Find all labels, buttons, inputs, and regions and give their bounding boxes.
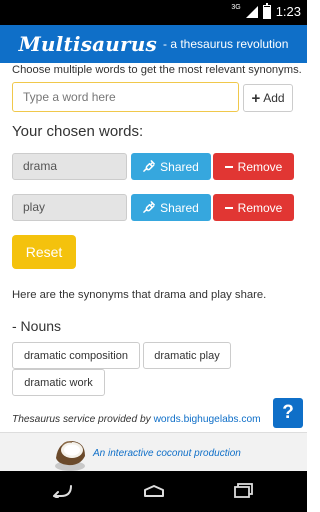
credit-link[interactable]: words.bighugelabs.com [154, 414, 261, 425]
status-bar: 3G 1:23 [0, 0, 307, 25]
chosen-word: drama [12, 153, 127, 180]
home-icon[interactable] [142, 479, 166, 503]
shared-label: Shared [160, 200, 199, 215]
minus-icon [224, 206, 233, 209]
clock: 1:23 [275, 4, 301, 19]
remove-label: Remove [237, 159, 283, 174]
add-button[interactable]: + Add [243, 84, 293, 112]
shared-button[interactable]: Shared [131, 153, 211, 180]
chosen-word-row: play Shared Remove [12, 194, 294, 221]
chosen-word: play [12, 194, 127, 221]
nouns-heading: - Nouns [12, 318, 62, 334]
synonym-chip[interactable]: dramatic composition [12, 342, 140, 369]
coconut-logo [55, 441, 85, 471]
question-icon: ? [282, 402, 294, 423]
footer-text[interactable]: An interactive coconut production [93, 448, 241, 459]
network-type: 3G [231, 4, 241, 11]
battery-icon [262, 2, 271, 19]
recents-icon[interactable] [232, 479, 256, 503]
plug-icon [143, 201, 156, 213]
navigation-bar [0, 471, 307, 512]
synonym-chip[interactable]: dramatic work [12, 369, 105, 396]
shared-label: Shared [160, 159, 199, 174]
chosen-word-row: drama Shared Remove [12, 153, 294, 180]
chosen-words-heading: Your chosen words: [12, 123, 144, 140]
app-header: Multisaurus - a thesaurus revolution [0, 25, 307, 63]
credit-text: Thesaurus service provided by [12, 414, 154, 425]
plug-icon [143, 160, 156, 172]
word-input[interactable] [12, 82, 239, 112]
credit-line: Thesaurus service provided by words.bigh… [12, 414, 261, 425]
back-icon[interactable] [50, 479, 74, 503]
remove-button[interactable]: Remove [213, 153, 294, 180]
signal-icon [245, 5, 258, 18]
shared-synonyms-text: Here are the synonyms that drama and pla… [12, 289, 267, 301]
plus-icon: + [251, 89, 261, 107]
synonym-chip[interactable]: dramatic play [143, 342, 231, 369]
remove-label: Remove [237, 200, 283, 215]
app-tagline: - a thesaurus revolution [163, 37, 289, 51]
add-label: Add [263, 91, 285, 105]
minus-icon [224, 165, 233, 168]
help-button[interactable]: ? [273, 398, 303, 428]
reset-button[interactable]: Reset [12, 235, 76, 269]
remove-button[interactable]: Remove [213, 194, 294, 221]
app-title: Multisaurus [18, 32, 157, 56]
shared-button[interactable]: Shared [131, 194, 211, 221]
intro-text: Choose multiple words to get the most re… [12, 64, 302, 76]
